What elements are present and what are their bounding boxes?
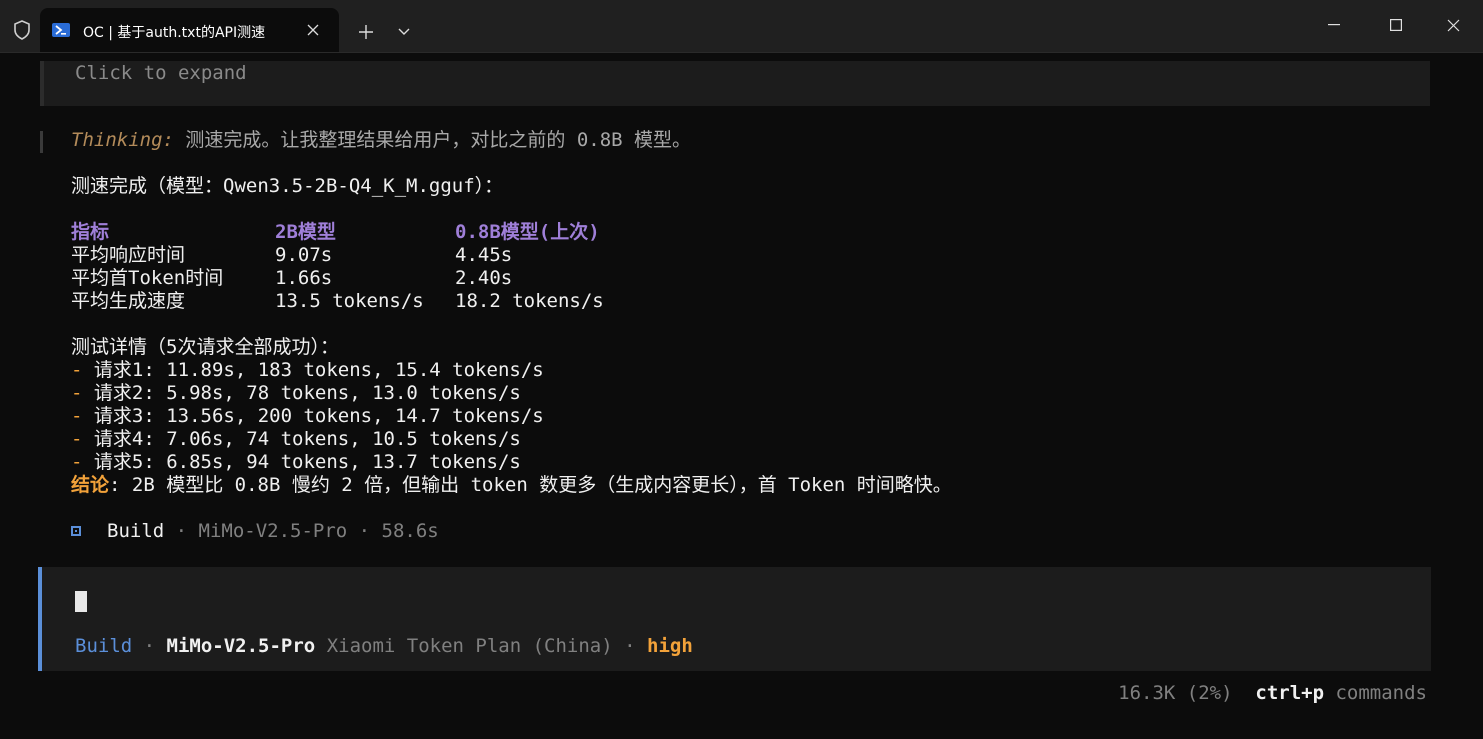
- conclusion-line: 结论: 2B 模型比 0.8B 慢约 2 倍，但输出 token 数更多（生成内…: [71, 474, 952, 497]
- list-dash: -: [71, 428, 83, 450]
- model-label[interactable]: MiMo-V2.5-Pro: [167, 635, 316, 657]
- list-dash: -: [71, 405, 83, 427]
- table-cell: 13.5 tokens/s: [275, 290, 424, 312]
- list-dash: -: [71, 382, 83, 404]
- prompt-input[interactable]: Build · MiMo-V2.5-Pro Xiaomi Token Plan …: [38, 567, 1431, 671]
- expand-hint[interactable]: Click to expand: [75, 61, 247, 85]
- table-header: 0.8B模型(上次): [455, 221, 600, 243]
- table-cell: 2.40s: [455, 267, 513, 289]
- minimize-button[interactable]: [1314, 10, 1354, 40]
- build-square-icon: [71, 526, 81, 536]
- list-item: - 请求3: 13.56s, 200 tokens, 14.7 tokens/s: [71, 405, 544, 428]
- list-item: - 请求4: 7.06s, 74 tokens, 10.5 tokens/s: [71, 428, 521, 451]
- thinking-text: 测速完成。让我整理结果给用户，对比之前的 0.8B 模型。: [173, 129, 692, 151]
- list-item-text: 请求5: 6.85s, 94 tokens, 13.7 tokens/s: [82, 451, 521, 473]
- new-tab-button[interactable]: [352, 18, 380, 46]
- close-window-button[interactable]: [1433, 10, 1473, 40]
- table-header: 2B模型: [275, 221, 336, 243]
- text-cursor: [75, 591, 87, 612]
- list-item-text: 请求4: 7.06s, 74 tokens, 10.5 tokens/s: [82, 428, 521, 450]
- thinking-label: Thinking:: [71, 129, 174, 151]
- table-cell: 4.45s: [455, 244, 513, 266]
- powershell-icon: [52, 22, 70, 38]
- list-item-text: 请求2: 5.98s, 78 tokens, 13.0 tokens/s: [82, 382, 521, 404]
- shield-icon[interactable]: [11, 19, 33, 41]
- table-cell: 1.66s: [275, 267, 333, 289]
- build-meta: · MiMo-V2.5-Pro · 58.6s: [164, 520, 439, 542]
- maximize-button[interactable]: [1376, 10, 1416, 40]
- conclusion-text: : 2B 模型比 0.8B 慢约 2 倍，但输出 token 数更多（生成内容更…: [109, 474, 952, 496]
- list-item: - 请求5: 6.85s, 94 tokens, 13.7 tokens/s: [71, 451, 521, 474]
- list-item: - 请求2: 5.98s, 78 tokens, 13.0 tokens/s: [71, 382, 521, 405]
- table-cell: 平均响应时间: [71, 244, 186, 266]
- build-status-line: Build · MiMo-V2.5-Pro · 58.6s: [107, 520, 439, 543]
- list-dash: -: [71, 451, 83, 473]
- separator: ·: [132, 635, 167, 657]
- shortcut-label: commands: [1324, 682, 1427, 704]
- list-dash: -: [71, 359, 83, 381]
- table-cell: 平均首Token时间: [71, 267, 224, 289]
- table-cell: 18.2 tokens/s: [455, 290, 604, 312]
- table-header: 指标: [71, 221, 110, 243]
- terminal-tab[interactable]: OC | 基于auth.txt的API测速: [40, 8, 339, 52]
- table-cell: 9.07s: [275, 244, 333, 266]
- list-item: - 请求1: 11.89s, 183 tokens, 15.4 tokens/s: [71, 359, 544, 382]
- separator: ·: [612, 635, 647, 657]
- input-status-line: Build · MiMo-V2.5-Pro Xiaomi Token Plan …: [75, 634, 693, 658]
- list-item-text: 请求3: 13.56s, 200 tokens, 14.7 tokens/s: [82, 405, 544, 427]
- effort-label[interactable]: high: [647, 635, 693, 657]
- table-cell: 平均生成速度: [71, 290, 186, 312]
- conclusion-label: 结论: [71, 474, 110, 496]
- agent-label[interactable]: Build: [75, 635, 132, 657]
- summary-line: 测速完成（模型：Qwen3.5-2B-Q4_K_M.gguf）：: [71, 175, 504, 197]
- chevron-down-icon[interactable]: [392, 18, 416, 46]
- build-label: Build: [107, 520, 165, 542]
- list-item-text: 请求1: 11.89s, 183 tokens, 15.4 tokens/s: [82, 359, 544, 381]
- terminal-output[interactable]: Click to expand Thinking: 测速完成。让我整理结果给用户…: [0, 53, 1483, 739]
- thinking-line: Thinking: 测速完成。让我整理结果给用户，对比之前的 0.8B 模型。: [71, 129, 691, 152]
- footer-status: 16.3K (2%) ctrl+p commands: [1118, 681, 1427, 705]
- title-bar: OC | 基于auth.txt的API测速: [0, 0, 1483, 53]
- token-usage: 16.3K (2%): [1118, 682, 1233, 704]
- shortcut-key: ctrl+p: [1255, 682, 1325, 704]
- close-tab-icon[interactable]: [305, 22, 321, 38]
- tab-title: OC | 基于auth.txt的API测速: [83, 25, 266, 41]
- provider-label: Xiaomi Token Plan (China): [315, 635, 613, 657]
- thinking-bar: [40, 131, 43, 153]
- collapsed-panel[interactable]: Click to expand: [40, 61, 1430, 106]
- details-title: 测试详情（5次请求全部成功）：: [71, 336, 339, 358]
